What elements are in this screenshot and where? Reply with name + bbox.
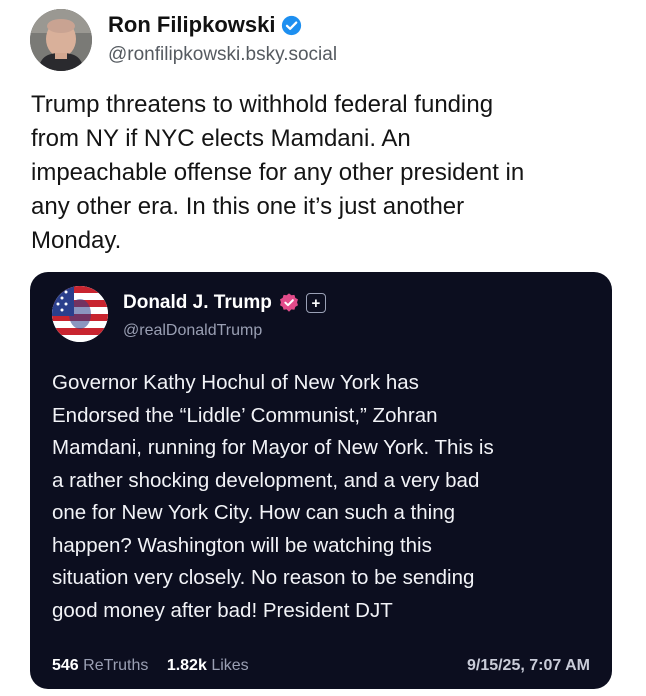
quoted-text-line: Mamdani, running for Mayor of New York. … bbox=[52, 436, 494, 459]
author-name-text: Ron Filipkowski bbox=[108, 12, 276, 37]
quoted-text-line: Endorsed the “Liddle’ Communist,” Zohran bbox=[52, 403, 438, 427]
post-text-line: Trump threatens to withhold federal fund… bbox=[31, 91, 494, 118]
post-body: Trump threatens to withhold federal fund… bbox=[31, 88, 621, 258]
plus-badge: + bbox=[305, 293, 326, 313]
quoted-text-line: one for New York City. How can such a th… bbox=[52, 501, 455, 524]
quoted-post-footer: 546 ReTruths 1.82k Likes 9/15/25, 7:07 A… bbox=[52, 657, 590, 675]
likes-count: 1.82k bbox=[166, 657, 207, 674]
quoted-text-line: happen? Washington will be watching this bbox=[52, 533, 432, 557]
likes-label: Likes bbox=[211, 657, 249, 674]
post-timestamp[interactable]: 9/15/25, 7:07 AM bbox=[467, 657, 590, 675]
retruths-stat[interactable]: 546 ReTruths bbox=[52, 657, 153, 674]
quoted-post-card[interactable]: Donald J. Trump + @realDonaldTrump Gover… bbox=[30, 272, 612, 689]
author-display-name[interactable]: Ron Filipkowski bbox=[108, 12, 302, 38]
quoted-author-avatar[interactable] bbox=[52, 286, 108, 342]
post-text-line: any other era. In this one it’s just ano… bbox=[31, 193, 465, 220]
quoted-author-name-text: Donald J. Trump bbox=[123, 292, 272, 313]
post-text-line: impeachable offense for any other presid… bbox=[31, 159, 525, 186]
engagement-stats: 546 ReTruths 1.82k Likes bbox=[52, 657, 263, 675]
quoted-post-body: Governor Kathy Hochul of New York has En… bbox=[52, 367, 597, 627]
quoted-author-name[interactable]: Donald J. Trump + bbox=[123, 292, 326, 314]
verified-badge-icon bbox=[279, 293, 298, 312]
avatar-photo-icon bbox=[30, 9, 92, 71]
verified-check-icon bbox=[282, 15, 302, 35]
post-text-line: Monday. bbox=[31, 227, 122, 254]
post-text-line: from NY if NYC elects Mamdani. An bbox=[31, 125, 411, 152]
author-handle[interactable]: @ronfilipkowski.bsky.social bbox=[108, 44, 337, 66]
retruths-count: 546 bbox=[52, 657, 79, 674]
quoted-text-line: good money after bad! President DJT bbox=[52, 598, 393, 622]
quoted-author-handle[interactable]: @realDonaldTrump bbox=[123, 322, 262, 340]
flag-portrait-icon bbox=[52, 286, 108, 342]
author-avatar[interactable] bbox=[30, 9, 92, 71]
quoted-text-line: situation very closely. No reason to be … bbox=[52, 566, 475, 589]
post-screenshot: Ron Filipkowski @ronfilipkowski.bsky.soc… bbox=[0, 0, 646, 696]
quoted-text-line: a rather shocking development, and a ver… bbox=[52, 468, 480, 492]
retruths-label: ReTruths bbox=[83, 657, 149, 674]
quoted-text-line: Governor Kathy Hochul of New York has bbox=[52, 371, 419, 394]
likes-stat[interactable]: 1.82k Likes bbox=[167, 657, 249, 674]
